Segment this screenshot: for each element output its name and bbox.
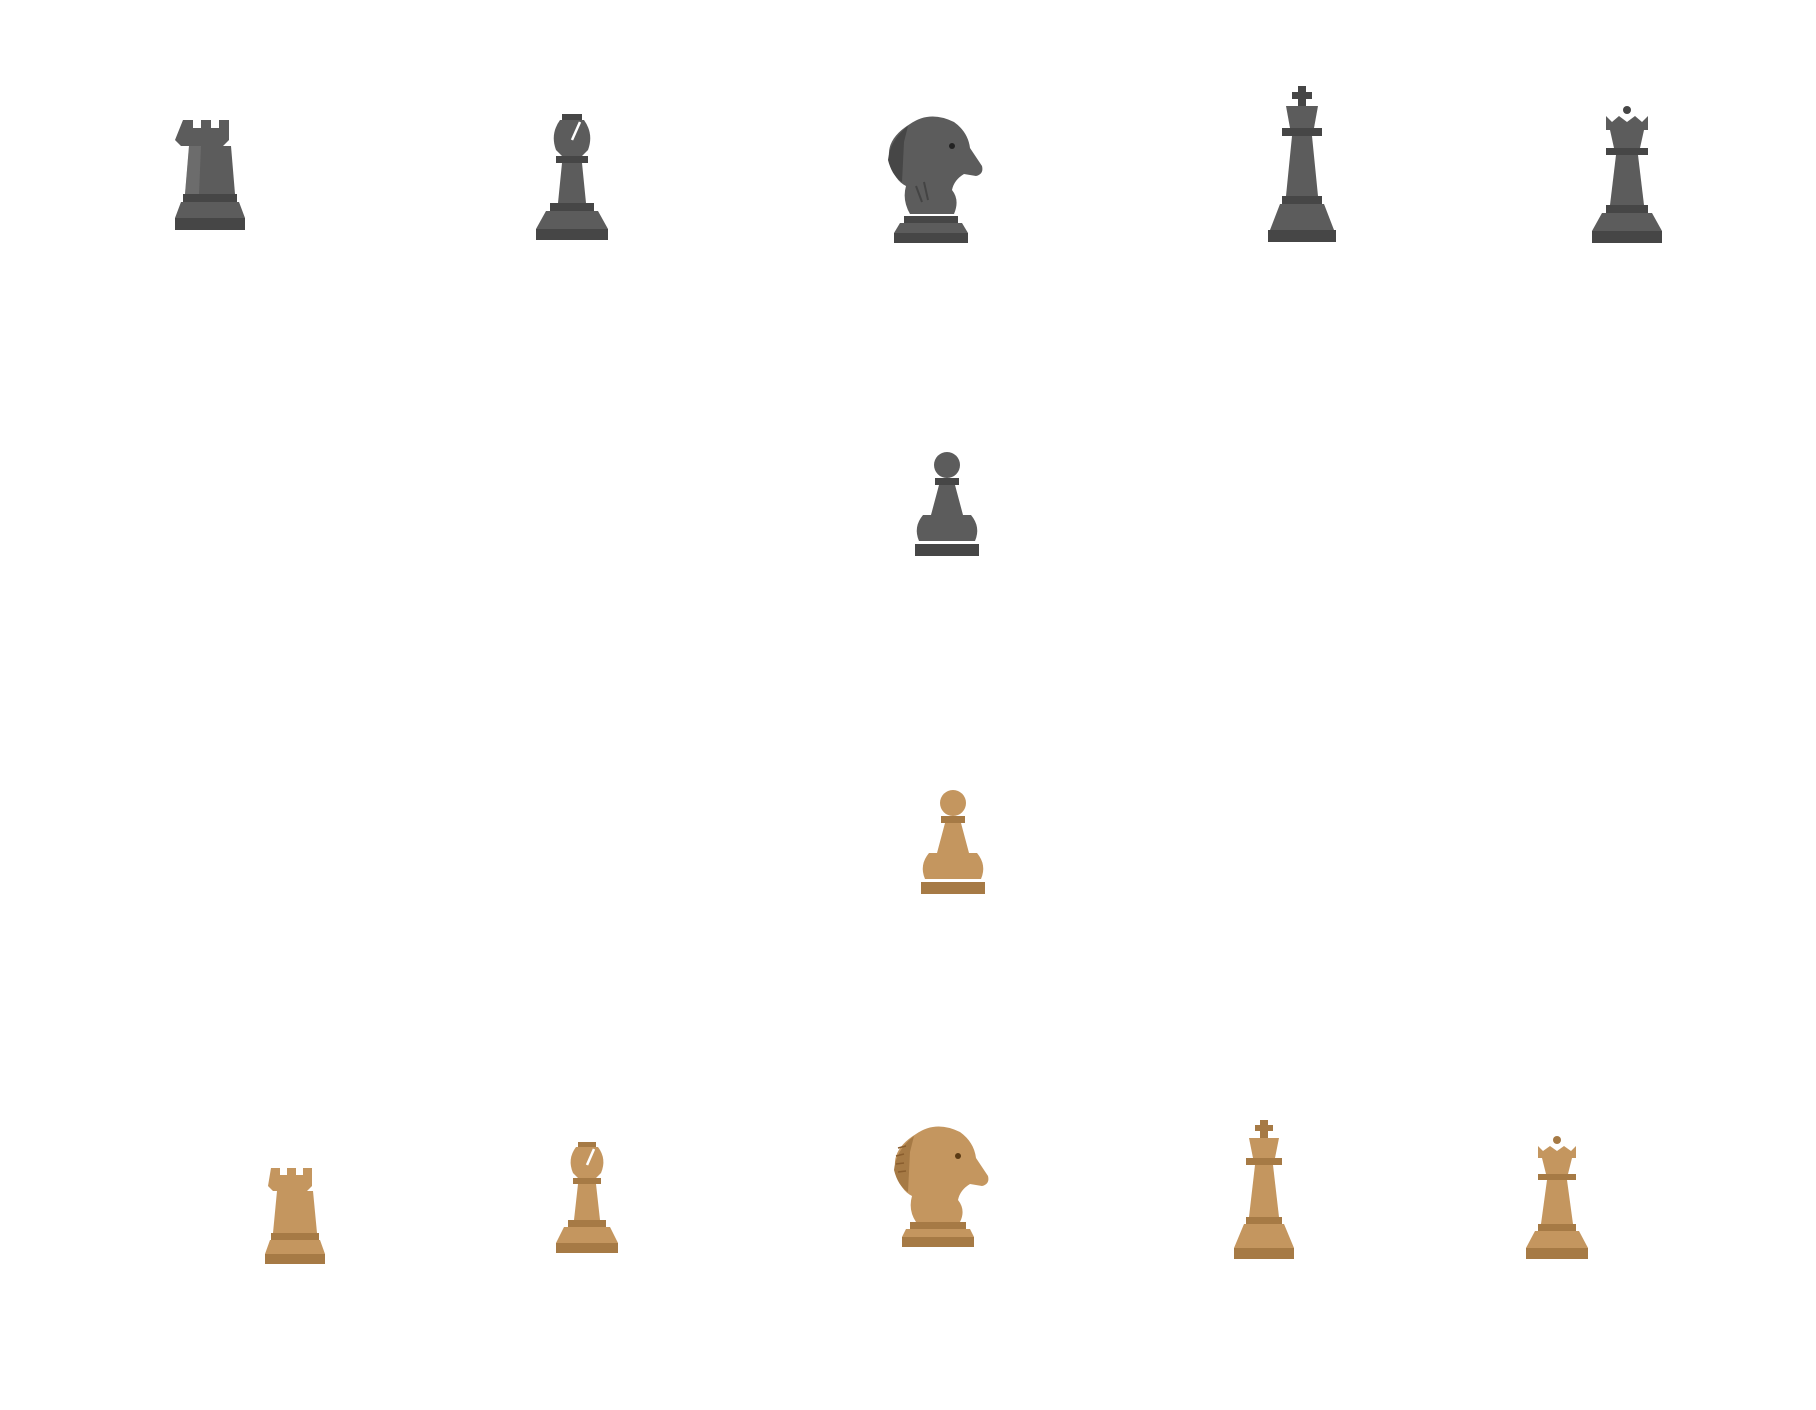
light-rook-icon[interactable] [265,1166,325,1266]
dark-bishop-icon[interactable] [536,114,608,242]
dark-queen-icon[interactable] [1592,106,1662,244]
light-pawn-icon[interactable] [921,790,985,896]
dark-king-icon[interactable] [1268,86,1336,244]
dark-rook-icon[interactable] [175,118,245,232]
dark-pawn-icon[interactable] [915,452,979,558]
dark-knight-icon[interactable] [882,116,983,244]
light-king-icon[interactable] [1234,1120,1294,1260]
light-bishop-icon[interactable] [556,1142,618,1254]
light-queen-icon[interactable] [1526,1136,1588,1260]
light-knight-icon[interactable] [888,1126,990,1248]
